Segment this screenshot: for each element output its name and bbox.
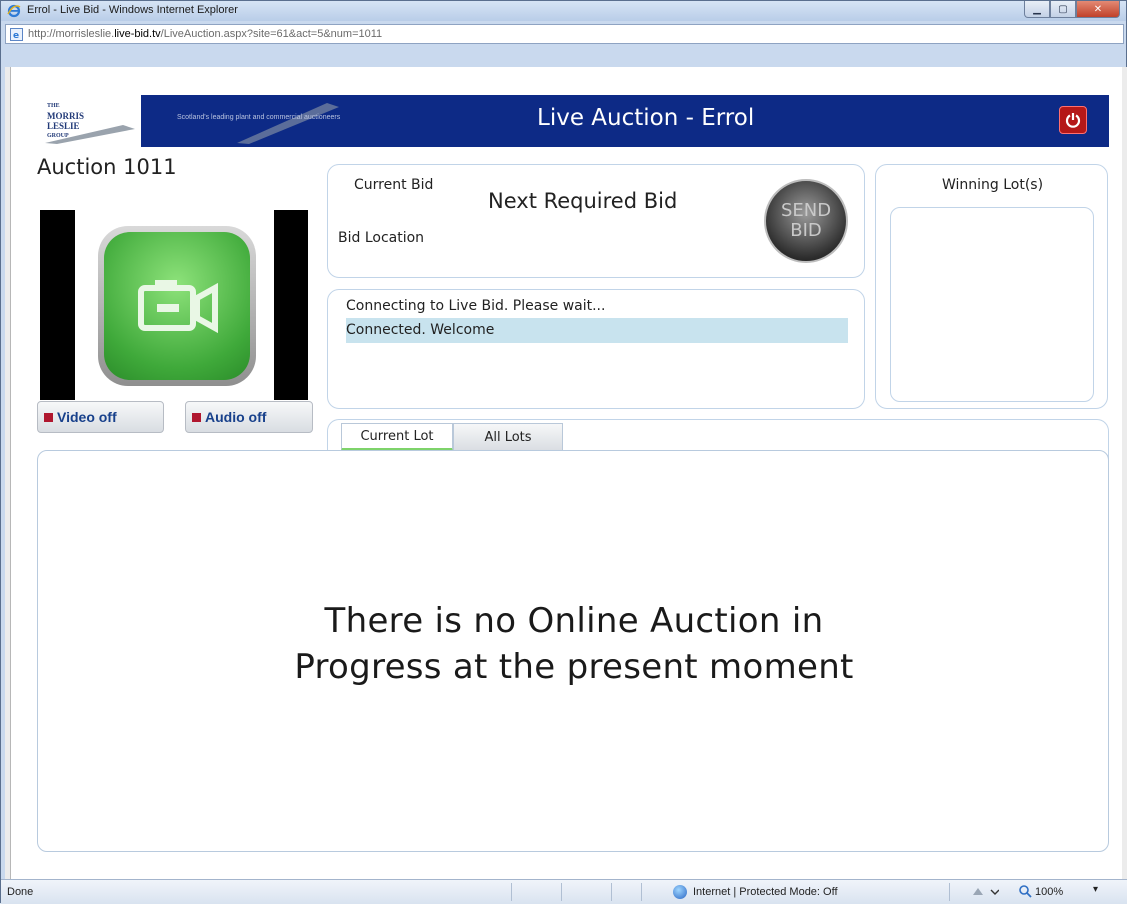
auction-title: Auction 1011	[37, 155, 177, 179]
winning-lots-title: Winning Lot(s)	[941, 177, 1044, 193]
winning-lots-list	[890, 207, 1094, 402]
security-zone[interactable]: Internet | Protected Mode: Off	[693, 886, 838, 898]
viewport-right-edge	[1122, 67, 1127, 879]
bid-location-label: Bid Location	[338, 230, 425, 246]
title-bar: Errol - Live Bid - Windows Internet Expl…	[1, 1, 1126, 21]
svg-text:e: e	[13, 31, 19, 41]
page-icon: e	[10, 28, 23, 41]
next-required-bid-label: Next Required Bid	[488, 189, 678, 213]
message-log: Connecting to Live Bid. Please wait... C…	[327, 289, 865, 409]
video-off-button[interactable]: Video off	[37, 401, 164, 433]
tab-current-lot[interactable]: Current Lot	[341, 423, 453, 451]
video-player	[40, 210, 308, 400]
protected-mode-icon[interactable]	[971, 885, 999, 899]
morris-leslie-logo: THE MORRIS LESLIE GROUP	[37, 95, 141, 147]
address-bar[interactable]: e http://morrisleslie.live-bid.tv/LiveAu…	[5, 24, 1124, 44]
close-button[interactable]: ✕	[1076, 1, 1120, 18]
power-icon	[1065, 113, 1081, 128]
banner-blue: Scotland's leading plant and commercial …	[141, 95, 1109, 147]
browser-window: Errol - Live Bid - Windows Internet Expl…	[0, 0, 1127, 904]
video-camera-icon	[138, 280, 218, 334]
logo-swoosh-icon	[45, 125, 135, 144]
winning-lots-panel: Winning Lot(s)	[875, 164, 1108, 409]
no-auction-message-line1: There is no Online Auction in	[324, 601, 824, 641]
zoom-dropdown-icon[interactable]: ▾	[1093, 884, 1098, 895]
status-text: Done	[7, 886, 34, 898]
bid-panel: Current Bid Next Required Bid Bid Locati…	[327, 164, 865, 278]
window-controls: ▁ ▢ ✕	[1024, 1, 1120, 20]
maximize-button[interactable]: ▢	[1050, 1, 1076, 18]
start-video-button[interactable]	[98, 226, 256, 386]
page-title: Live Auction - Errol	[537, 105, 755, 131]
zoom-magnifier-icon	[1019, 885, 1032, 898]
header-banner: THE MORRIS LESLIE GROUP Scotland's leadi…	[37, 95, 1109, 147]
status-bar: Done Internet | Protected Mode: Off 100%…	[1, 879, 1127, 904]
internet-zone-globe-icon	[673, 885, 687, 899]
window-title: Errol - Live Bid - Windows Internet Expl…	[27, 4, 238, 16]
message-line: Connecting to Live Bid. Please wait...	[346, 298, 606, 314]
current-bid-label: Current Bid	[354, 177, 434, 193]
tagline: Scotland's leading plant and commercial …	[177, 114, 341, 121]
lot-content-area: There is no Online Auction in Progress a…	[37, 450, 1109, 852]
banner-swoosh-icon	[237, 103, 339, 144]
send-bid-button[interactable]: SEND BID	[764, 179, 848, 263]
zoom-level[interactable]: 100%	[1035, 886, 1063, 898]
ie-logo-icon	[7, 4, 21, 18]
tab-all-lots[interactable]: All Lots	[453, 423, 563, 451]
audio-off-button[interactable]: Audio off	[185, 401, 313, 433]
url-text: http://morrisleslie.live-bid.tv/LiveAuct…	[28, 28, 383, 40]
message-line: Connected. Welcome	[346, 322, 495, 338]
video-status-indicator-icon	[44, 412, 53, 422]
minimize-button[interactable]: ▁	[1024, 1, 1050, 18]
audio-status-indicator-icon	[192, 412, 201, 422]
power-button[interactable]	[1059, 106, 1087, 134]
no-auction-message-line2: Progress at the present moment	[294, 647, 854, 687]
